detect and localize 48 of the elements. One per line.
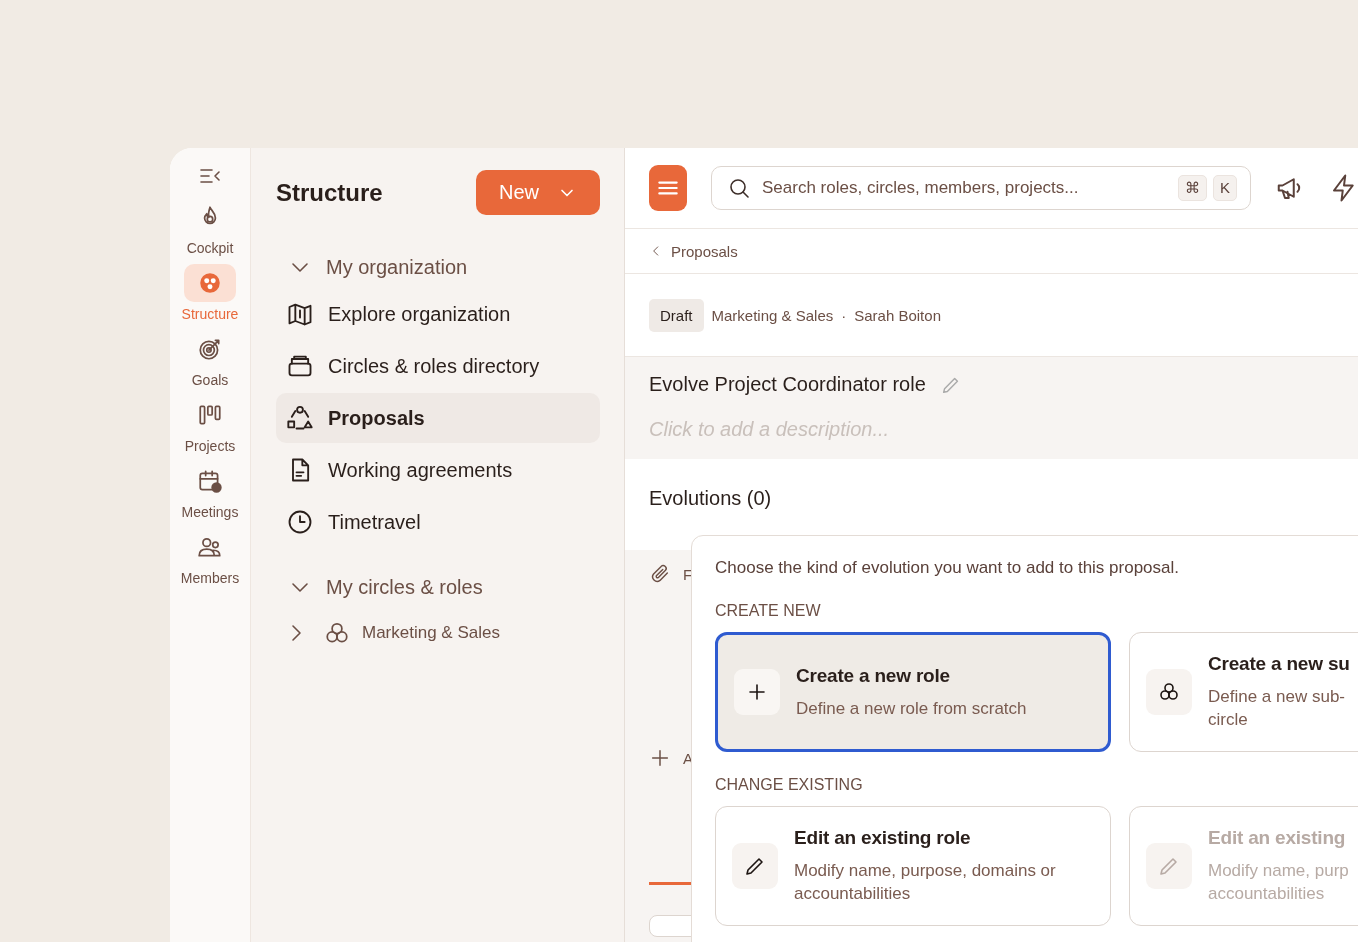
target-icon [197, 336, 223, 362]
calendar-clock-icon [197, 468, 223, 494]
circle-name: Marketing & Sales [711, 306, 834, 324]
proposal-title: Evolve Project Coordinator role [649, 373, 926, 396]
status-badge: Draft [649, 298, 704, 332]
menu-button[interactable] [649, 165, 687, 211]
separator: · [841, 306, 847, 324]
key-hint: K [1213, 175, 1237, 201]
clock-icon [286, 508, 314, 536]
group-heading: CHANGE EXISTING [715, 776, 864, 794]
section-heading: Evolutions (0) [649, 487, 773, 510]
plus-icon [649, 747, 671, 769]
group-heading: CREATE NEW [715, 602, 822, 620]
card-title: Edit an existing [1208, 827, 1347, 849]
nav-item[interactable]: Working agreements [276, 445, 600, 495]
card-description: Modify name, purp accountabilities [1208, 860, 1349, 905]
section-toggle[interactable]: My organization [276, 247, 600, 287]
card-title: Edit an existing role [794, 827, 972, 849]
search-icon [727, 176, 751, 200]
card-description: Define a new sub- circle [1208, 686, 1347, 731]
section-toggle[interactable]: My circles & roles [276, 567, 600, 607]
rail-item[interactable]: Meetings [173, 462, 247, 520]
panel-title: Structure [276, 178, 383, 207]
nav-item[interactable]: Timetravel [276, 497, 600, 547]
rail-item[interactable]: Projects [173, 396, 247, 454]
nav-item[interactable]: Circles & roles directory [276, 341, 600, 391]
nav-item[interactable]: Proposals [276, 393, 600, 443]
option-card[interactable]: Edit an existing role Modify name, purpose, domains or accountabilities [715, 806, 1111, 926]
card-title: Create a new role [796, 664, 951, 687]
circles-icon [197, 270, 223, 296]
shapes-icon [286, 404, 314, 432]
popover-intro: Choose the kind of evolution you want to add to this proposal. [715, 558, 1181, 578]
columns-icon [197, 402, 223, 428]
card-description: Define a new role from scratch [796, 697, 1027, 720]
option-card[interactable]: Create a new su Define a new sub- circle [1129, 632, 1358, 752]
author-name: Sarah Boiton [854, 306, 941, 324]
paperclip-icon [649, 563, 671, 585]
key-hint: ⌘ [1178, 175, 1207, 201]
nav-item[interactable]: Explore organization [276, 289, 600, 339]
rail-item[interactable]: Cockpit [173, 198, 247, 256]
option-card[interactable]: Create a new role Define a new role from scratch [715, 632, 1111, 752]
card-description: Modify name, purpose, domains or accountabilities [794, 860, 1056, 905]
card-title: Create a new su [1208, 653, 1350, 675]
circle-item[interactable]: Marketing & Sales [276, 611, 600, 655]
rail-item[interactable]: Members [173, 528, 247, 586]
back-link[interactable]: Proposals [625, 229, 746, 273]
row-label: F [683, 565, 693, 583]
rail-item[interactable]: Goals [173, 330, 247, 388]
